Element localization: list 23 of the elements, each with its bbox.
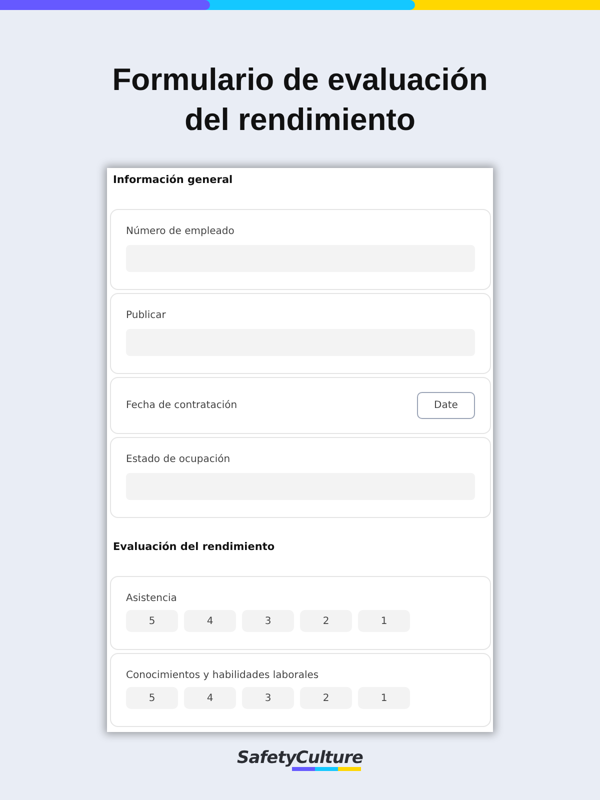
rating-option[interactable]: 2: [300, 687, 352, 709]
question-label: Asistencia: [126, 593, 178, 604]
rating-option[interactable]: 4: [184, 610, 236, 632]
rating-option[interactable]: 4: [184, 687, 236, 709]
question-label: Número de empleado: [126, 226, 236, 237]
section-heading: Evaluación del rendimiento: [113, 541, 276, 553]
rating-option[interactable]: 1: [358, 687, 410, 709]
page-title: del rendimiento: [184, 101, 416, 139]
rating-option[interactable]: 2: [300, 610, 352, 632]
logo-underline-icon: [292, 767, 361, 771]
rating-option[interactable]: 3: [242, 687, 294, 709]
question-label: Fecha de contratación: [126, 400, 238, 411]
question-label: Conocimientos y habilidades laborales: [126, 670, 320, 681]
rating-option[interactable]: 3: [242, 610, 294, 632]
logo: SafetyCulture: [237, 748, 363, 768]
rating-option[interactable]: 5: [126, 610, 178, 632]
rating-option[interactable]: 1: [358, 610, 410, 632]
question-label: Estado de ocupación: [126, 454, 232, 465]
section-heading: Información general: [113, 174, 234, 186]
page-title: Formulario de evaluación: [112, 61, 488, 99]
rating-option[interactable]: 5: [126, 687, 178, 709]
question-label: Publicar: [126, 310, 167, 321]
date-button[interactable]: Date: [417, 392, 475, 419]
